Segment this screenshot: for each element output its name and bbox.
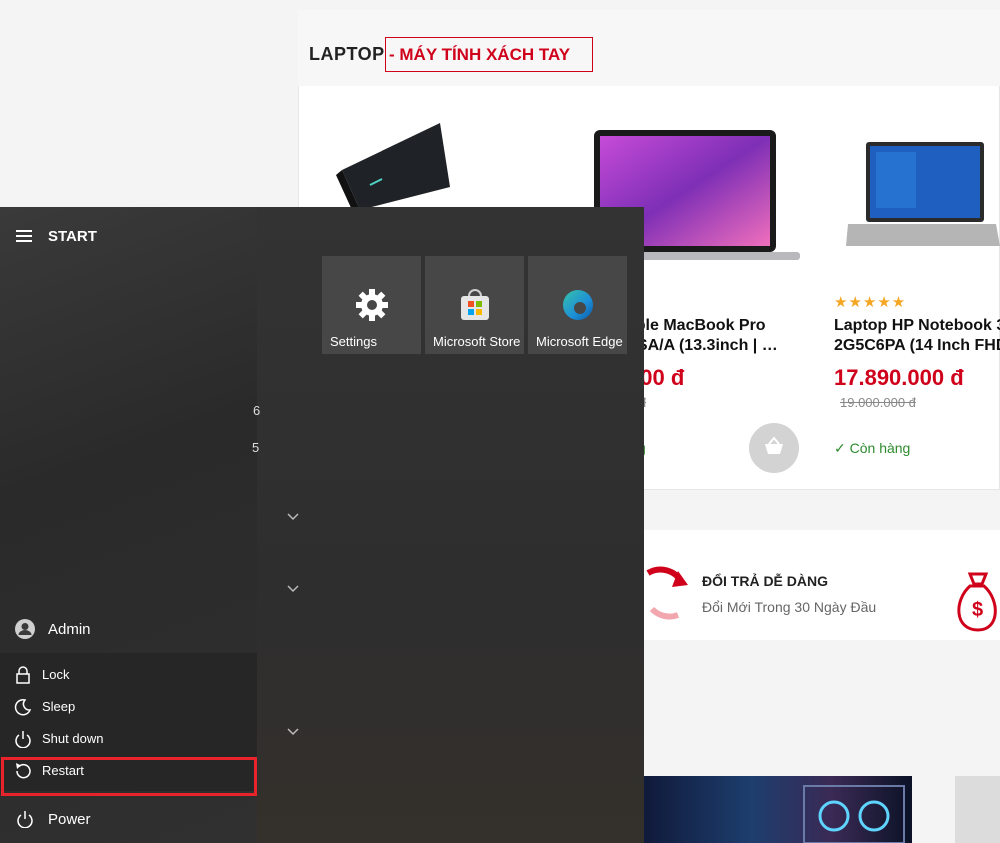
product-name-line2[interactable]: 3SA/A (13.3inch | … — [628, 336, 778, 356]
return-icon — [646, 566, 688, 620]
rating-stars: ★★★★★ — [834, 294, 907, 311]
power-label: Power — [48, 811, 91, 828]
stock-status: ✓ Còn hàng — [834, 440, 911, 456]
svg-text:$: $ — [972, 599, 983, 621]
power-icon — [15, 731, 31, 748]
product-name[interactable]: Laptop HP Notebook 3 — [834, 316, 1000, 336]
lock-label: Lock — [42, 667, 70, 682]
sleep-label: Sleep — [42, 699, 76, 714]
shut-down-option[interactable]: Shut down — [0, 723, 257, 755]
app-list-fragment: 6 — [253, 403, 261, 418]
gaming-pc-banner[interactable] — [644, 776, 912, 843]
moon-icon — [14, 698, 32, 716]
microsoft-edge-tile[interactable]: Microsoft Edge — [528, 256, 627, 354]
lock-option[interactable]: Lock — [0, 659, 257, 691]
product-name[interactable]: ople MacBook Pro — [626, 316, 766, 336]
power-icon — [17, 811, 33, 828]
lock-icon — [16, 666, 30, 684]
banner-thumbnail[interactable] — [955, 776, 1000, 843]
hp-laptop-image[interactable] — [846, 138, 1000, 250]
start-header: START — [48, 228, 97, 245]
settings-tile[interactable]: Settings — [322, 256, 421, 354]
user-avatar-icon — [15, 619, 35, 639]
store-icon — [461, 289, 489, 320]
hamburger-menu-icon[interactable] — [16, 230, 32, 242]
chevron-down-icon[interactable] — [287, 513, 299, 521]
gear-icon — [356, 289, 388, 321]
feature-title: ĐỔI TRẢ DỄ DÀNG — [702, 573, 828, 589]
product-name-line2[interactable]: 2G5C6PA (14 Inch FHD — [834, 336, 1000, 356]
restart-highlight-box — [1, 757, 257, 796]
app-list-fragment: 5 — [252, 440, 260, 455]
product-price: 17.890.000 đ — [834, 365, 964, 390]
tile-label: Settings — [330, 334, 377, 349]
shut-down-label: Shut down — [42, 731, 104, 746]
chevron-down-icon[interactable] — [287, 585, 299, 593]
chevron-down-icon[interactable] — [287, 728, 299, 736]
user-account-button[interactable]: Admin — [0, 612, 257, 648]
feature-desc: Đổi Mới Trong 30 Ngày Đầu — [702, 599, 877, 615]
power-button[interactable]: Power — [0, 801, 257, 837]
add-to-cart-button[interactable] — [749, 423, 799, 473]
category-title[interactable]: LAPTOP — [309, 44, 385, 65]
cart-icon — [765, 436, 783, 454]
category-subtitle[interactable]: - MÁY TÍNH XÁCH TAY — [385, 37, 593, 72]
microsoft-store-tile[interactable]: Microsoft Store — [425, 256, 524, 354]
product-old-price: 19.000.000 đ — [840, 395, 916, 410]
tile-label: Microsoft Store — [433, 334, 521, 349]
laptop-dark-image[interactable] — [330, 115, 460, 210]
edge-icon — [563, 290, 593, 320]
tile-label: Microsoft Edge — [536, 334, 623, 349]
sleep-option[interactable]: Sleep — [0, 691, 257, 723]
user-name: Admin — [48, 621, 91, 638]
money-bag-icon: $ — [957, 572, 997, 632]
